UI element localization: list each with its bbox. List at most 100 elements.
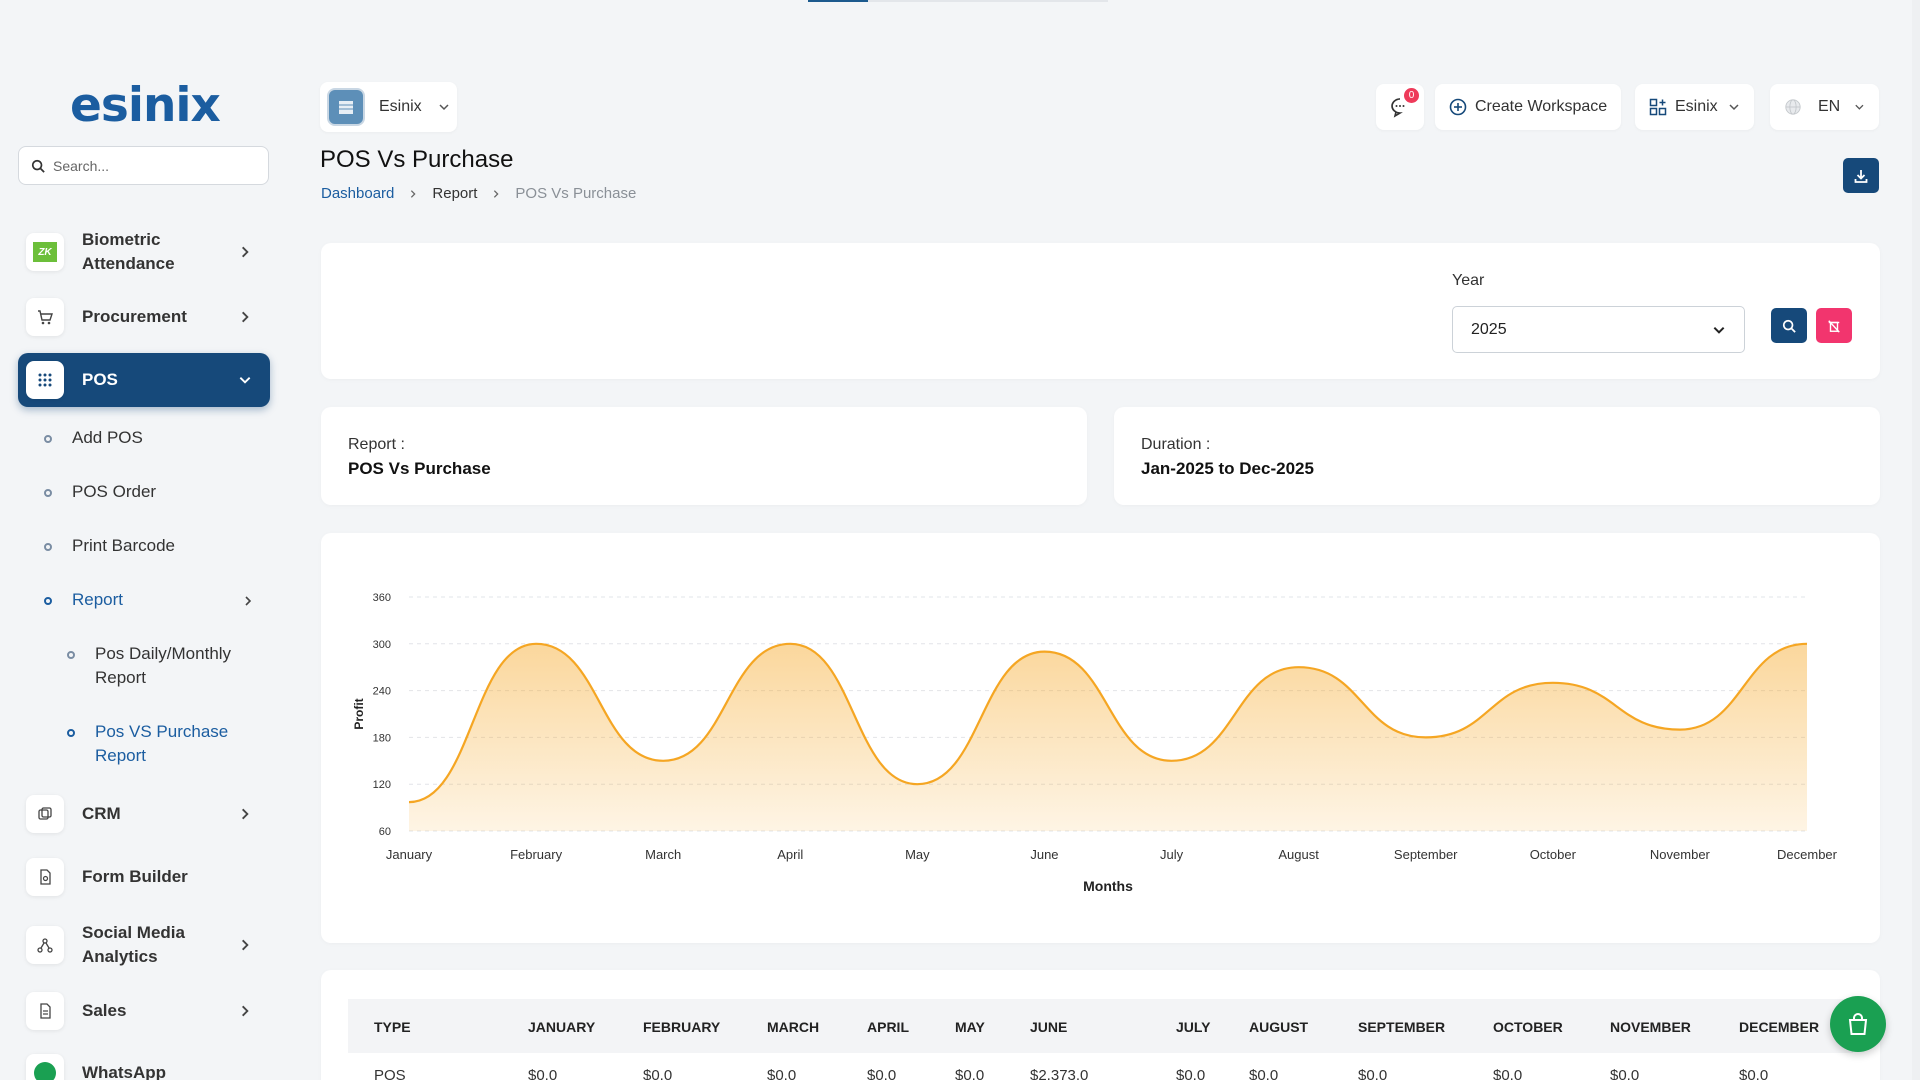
chevron-right-icon — [242, 939, 249, 951]
workspace-name: Esinix — [379, 98, 422, 115]
company-switcher[interactable]: Esinix — [1635, 84, 1754, 130]
sidebar-item-pos[interactable]: POS — [18, 353, 270, 407]
brand-logo[interactable]: esinix — [70, 78, 221, 133]
breadcrumb-report[interactable]: Report — [432, 185, 477, 202]
sidebar-item-biometric-attendance[interactable]: ZK Biometric Attendance — [18, 226, 270, 278]
sidebar-item-label: Biometric Attendance — [82, 230, 175, 273]
report-key: Report : — [348, 436, 405, 453]
crm-icon — [26, 795, 64, 833]
bullet-icon — [44, 543, 52, 551]
table-cell: $0.0 — [1176, 1067, 1206, 1080]
sidebar-subitem-pos-order[interactable]: POS Order — [44, 480, 156, 504]
y-tick-label: 300 — [373, 639, 391, 651]
grid-icon — [26, 361, 64, 399]
table-cell: $2,373.0 — [1030, 1067, 1089, 1080]
zk-icon: ZK — [26, 233, 64, 271]
whatsapp-icon — [26, 1054, 64, 1080]
workspace-switcher[interactable]: Esinix — [320, 82, 457, 132]
chevron-right-icon — [411, 189, 416, 198]
table-header-cell: MAY — [955, 1019, 985, 1035]
receipt-icon — [26, 992, 64, 1030]
chevron-down-icon — [1729, 104, 1739, 111]
bullet-icon — [67, 651, 75, 659]
report-value: POS Vs Purchase — [348, 459, 491, 478]
sidebar-item-whatsapp[interactable]: WhatsApp — [18, 1052, 270, 1080]
sidebar-subitem-label: POS Order — [72, 482, 157, 501]
y-tick-label: 360 — [373, 592, 391, 604]
year-select[interactable]: 2025 — [1452, 306, 1745, 353]
notifications-button[interactable]: 0 — [1376, 84, 1424, 130]
table-cell: $0.0 — [767, 1067, 797, 1080]
x-tick-label: July — [1160, 847, 1184, 862]
chevron-right-icon — [242, 311, 249, 323]
create-workspace-button[interactable]: Create Workspace — [1435, 84, 1622, 130]
plus-circle-icon — [1449, 98, 1467, 116]
x-tick-label: May — [905, 847, 930, 862]
download-button[interactable] — [1843, 158, 1879, 193]
table-cell: POS — [374, 1067, 406, 1080]
chevron-down-icon — [1713, 326, 1725, 334]
cart-icon — [26, 298, 64, 336]
x-tick-label: February — [510, 847, 563, 862]
sidebar-subitem-label: Report — [72, 590, 124, 609]
table-header-cell: FEBRUARY — [643, 1019, 721, 1035]
table-header-cell: APRIL — [867, 1019, 909, 1035]
table-cell: $0.0 — [1610, 1067, 1640, 1080]
sidebar-item-social-media-analytics[interactable]: Social Media Analytics — [18, 919, 270, 971]
sidebar-item-label: Sales — [82, 1001, 127, 1020]
sidebar-item-form-builder[interactable]: Form Builder — [18, 856, 270, 898]
chevron-right-icon — [245, 596, 252, 606]
breadcrumb: Dashboard Report POS Vs Purchase — [321, 185, 636, 202]
chart-card: 60 120 180 240 300 360 January February March Apr… — [321, 533, 1880, 943]
page-title: POS Vs Purchase — [320, 146, 514, 173]
year-select-value: 2025 — [1471, 320, 1507, 338]
search-icon — [31, 159, 45, 173]
table-header-cell: MARCH — [767, 1019, 820, 1035]
filter-card: Year 2025 — [321, 243, 1880, 379]
language-switcher[interactable]: EN — [1770, 84, 1879, 130]
sidebar-item-label: Procurement — [82, 307, 187, 326]
chevron-right-icon — [242, 246, 249, 258]
x-tick-label: January — [386, 847, 433, 862]
chevron-right-icon — [242, 1005, 249, 1017]
y-tick-label: 240 — [373, 686, 391, 698]
bullet-icon — [44, 597, 52, 605]
duration-info-card: Duration : Jan-2025 to Dec-2025 — [1114, 407, 1880, 505]
chevron-down-icon — [1855, 104, 1864, 110]
sidebar-item-label: CRM — [82, 804, 121, 823]
reset-filter-button[interactable] — [1816, 308, 1852, 343]
apply-filter-button[interactable] — [1771, 308, 1807, 343]
breadcrumb-current: POS Vs Purchase — [515, 185, 637, 202]
search-input[interactable] — [53, 157, 253, 174]
cart-fab-button[interactable] — [1830, 996, 1886, 1052]
bullet-icon — [44, 435, 52, 443]
table-header-cell: AUGUST — [1249, 1019, 1309, 1035]
x-tick-label: September — [1394, 847, 1458, 862]
sidebar-subitem-print-barcode[interactable]: Print Barcode — [44, 534, 175, 558]
sidebar-subitem-label: Pos VS Purchase Report — [95, 722, 229, 765]
table-cell: $0.0 — [1493, 1067, 1523, 1080]
sidebar-subitem-report[interactable]: Report — [44, 588, 254, 612]
company-name: Esinix — [1675, 98, 1718, 115]
sidebar-subitem-label: Pos Daily/Monthly Report — [95, 644, 232, 687]
create-workspace-label: Create Workspace — [1475, 98, 1608, 115]
sidebar-item-procurement[interactable]: Procurement — [18, 296, 270, 338]
report-info-card: Report : POS Vs Purchase — [321, 407, 1087, 505]
search-icon — [1782, 319, 1796, 333]
download-icon — [1854, 169, 1868, 183]
x-axis-label: Months — [1083, 878, 1133, 894]
sidebar-subitem-pos-daily-monthly-report[interactable]: Pos Daily/Monthly Report — [67, 642, 247, 690]
duration-key: Duration : — [1141, 436, 1211, 453]
sidebar-subitem-add-pos[interactable]: Add POS — [44, 426, 143, 450]
chart-area — [409, 643, 1807, 831]
breadcrumb-dashboard[interactable]: Dashboard — [321, 185, 394, 202]
share-network-icon — [26, 926, 64, 964]
sidebar-subitem-pos-vs-purchase-report[interactable]: Pos VS Purchase Report — [67, 720, 247, 768]
sidebar: esinix ZK Biometric Attendance Procureme… — [0, 0, 288, 1080]
sidebar-item-label: POS — [82, 370, 118, 389]
table-header-cell: JUNE — [1030, 1019, 1068, 1035]
sidebar-item-label: WhatsApp — [82, 1063, 167, 1080]
page-scrollbar[interactable] — [1912, 0, 1920, 1080]
sidebar-item-crm[interactable]: CRM — [18, 793, 270, 835]
sidebar-item-sales[interactable]: Sales — [18, 990, 270, 1032]
